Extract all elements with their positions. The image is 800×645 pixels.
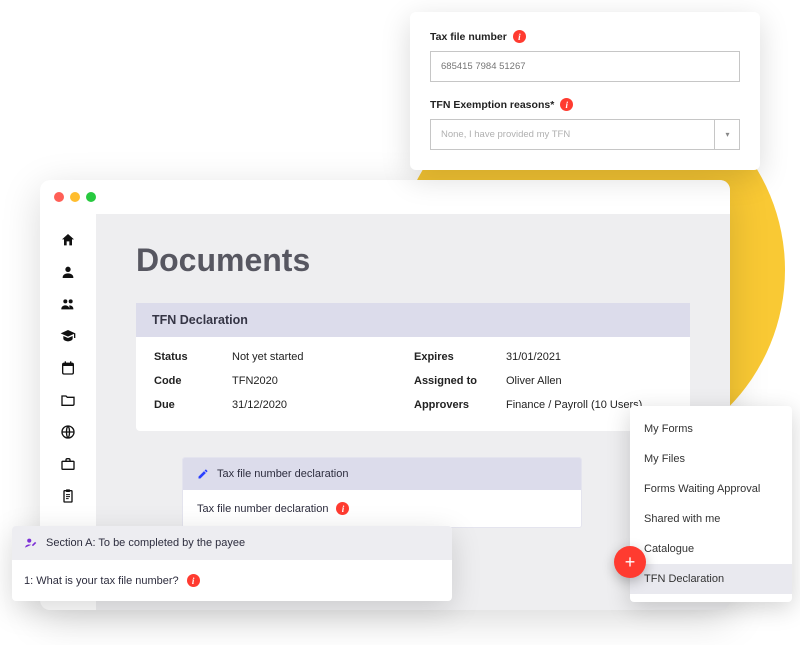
menu-item-catalogue[interactable]: Catalogue	[630, 534, 792, 564]
menu-item-tfn-declaration[interactable]: TFN Declaration	[630, 564, 792, 594]
code-label: Code	[154, 375, 232, 387]
approvers-value: Finance / Payroll (10 Users)	[506, 399, 642, 411]
due-value: 31/12/2020	[232, 399, 287, 411]
declaration-left-col: Status Not yet started Code TFN2020 Due …	[154, 351, 414, 411]
status-label: Status	[154, 351, 232, 363]
person-edit-icon	[24, 536, 38, 550]
section-a-question: 1: What is your tax file number?	[24, 575, 179, 587]
tfn-exemption-select[interactable]: None, I have provided my TFN ▾	[430, 119, 740, 150]
assigned-value: Oliver Allen	[506, 375, 562, 387]
section-a-header: Section A: To be completed by the payee	[12, 526, 452, 560]
declaration-right-col: Expires 31/01/2021 Assigned to Oliver Al…	[414, 351, 672, 411]
tfn-exemption-value: None, I have provided my TFN	[430, 119, 740, 150]
declaration-card-body: Status Not yet started Code TFN2020 Due …	[136, 337, 690, 431]
window-maximize-dot[interactable]	[86, 192, 96, 202]
chevron-down-icon: ▾	[714, 119, 740, 150]
stage: Documents TFN Declaration Status Not yet…	[0, 0, 800, 645]
tfn-subcard-header-text: Tax file number declaration	[217, 468, 348, 480]
tfn-input[interactable]	[430, 51, 740, 82]
tfn-field-label: Tax file number	[430, 31, 507, 43]
expires-label: Expires	[414, 351, 506, 363]
expires-value: 31/01/2021	[506, 351, 561, 363]
declaration-card: TFN Declaration Status Not yet started C…	[136, 303, 690, 431]
folder-icon[interactable]	[60, 392, 76, 408]
status-value: Not yet started	[232, 351, 304, 363]
tfn-subcard-body-text: Tax file number declaration	[197, 503, 328, 515]
menu-item-my-files[interactable]: My Files	[630, 444, 792, 474]
info-icon[interactable]: i	[513, 30, 526, 43]
calendar-icon[interactable]	[60, 360, 76, 376]
tfn-subcard-body[interactable]: Tax file number declaration i	[183, 490, 581, 527]
user-icon[interactable]	[60, 264, 76, 280]
menu-item-shared[interactable]: Shared with me	[630, 504, 792, 534]
section-a-card: Section A: To be completed by the payee …	[12, 526, 452, 601]
section-a-header-text: Section A: To be completed by the payee	[46, 537, 245, 549]
info-icon[interactable]: i	[187, 574, 200, 587]
globe-icon[interactable]	[60, 424, 76, 440]
plus-icon: +	[625, 552, 636, 573]
code-value: TFN2020	[232, 375, 278, 387]
home-icon[interactable]	[60, 232, 76, 248]
tfn-subcard: Tax file number declaration Tax file num…	[182, 457, 582, 528]
people-icon[interactable]	[60, 296, 76, 312]
tfn-field-label-row: Tax file number i	[430, 30, 740, 43]
assigned-label: Assigned to	[414, 375, 506, 387]
info-icon[interactable]: i	[336, 502, 349, 515]
window-close-dot[interactable]	[54, 192, 64, 202]
clipboard-icon[interactable]	[60, 488, 76, 504]
tfn-form-card: Tax file number i TFN Exemption reasons*…	[410, 12, 760, 170]
menu-item-forms-waiting[interactable]: Forms Waiting Approval	[630, 474, 792, 504]
window-titlebar	[40, 180, 730, 214]
tfn-exemption-label-row: TFN Exemption reasons* i	[430, 98, 740, 111]
menu-item-my-forms[interactable]: My Forms	[630, 414, 792, 444]
graduation-icon[interactable]	[60, 328, 76, 344]
briefcase-icon[interactable]	[60, 456, 76, 472]
tfn-exemption-label: TFN Exemption reasons*	[430, 99, 554, 111]
section-a-question-row: 1: What is your tax file number? i	[12, 560, 452, 601]
tfn-subcard-header[interactable]: Tax file number declaration	[183, 458, 581, 490]
declaration-card-header: TFN Declaration	[136, 303, 690, 337]
approvers-label: Approvers	[414, 399, 506, 411]
due-label: Due	[154, 399, 232, 411]
page-title: Documents	[136, 242, 690, 279]
documents-menu: My Forms My Files Forms Waiting Approval…	[630, 406, 792, 602]
add-fab[interactable]: +	[614, 546, 646, 578]
window-minimize-dot[interactable]	[70, 192, 80, 202]
info-icon[interactable]: i	[560, 98, 573, 111]
pencil-icon	[197, 468, 209, 480]
